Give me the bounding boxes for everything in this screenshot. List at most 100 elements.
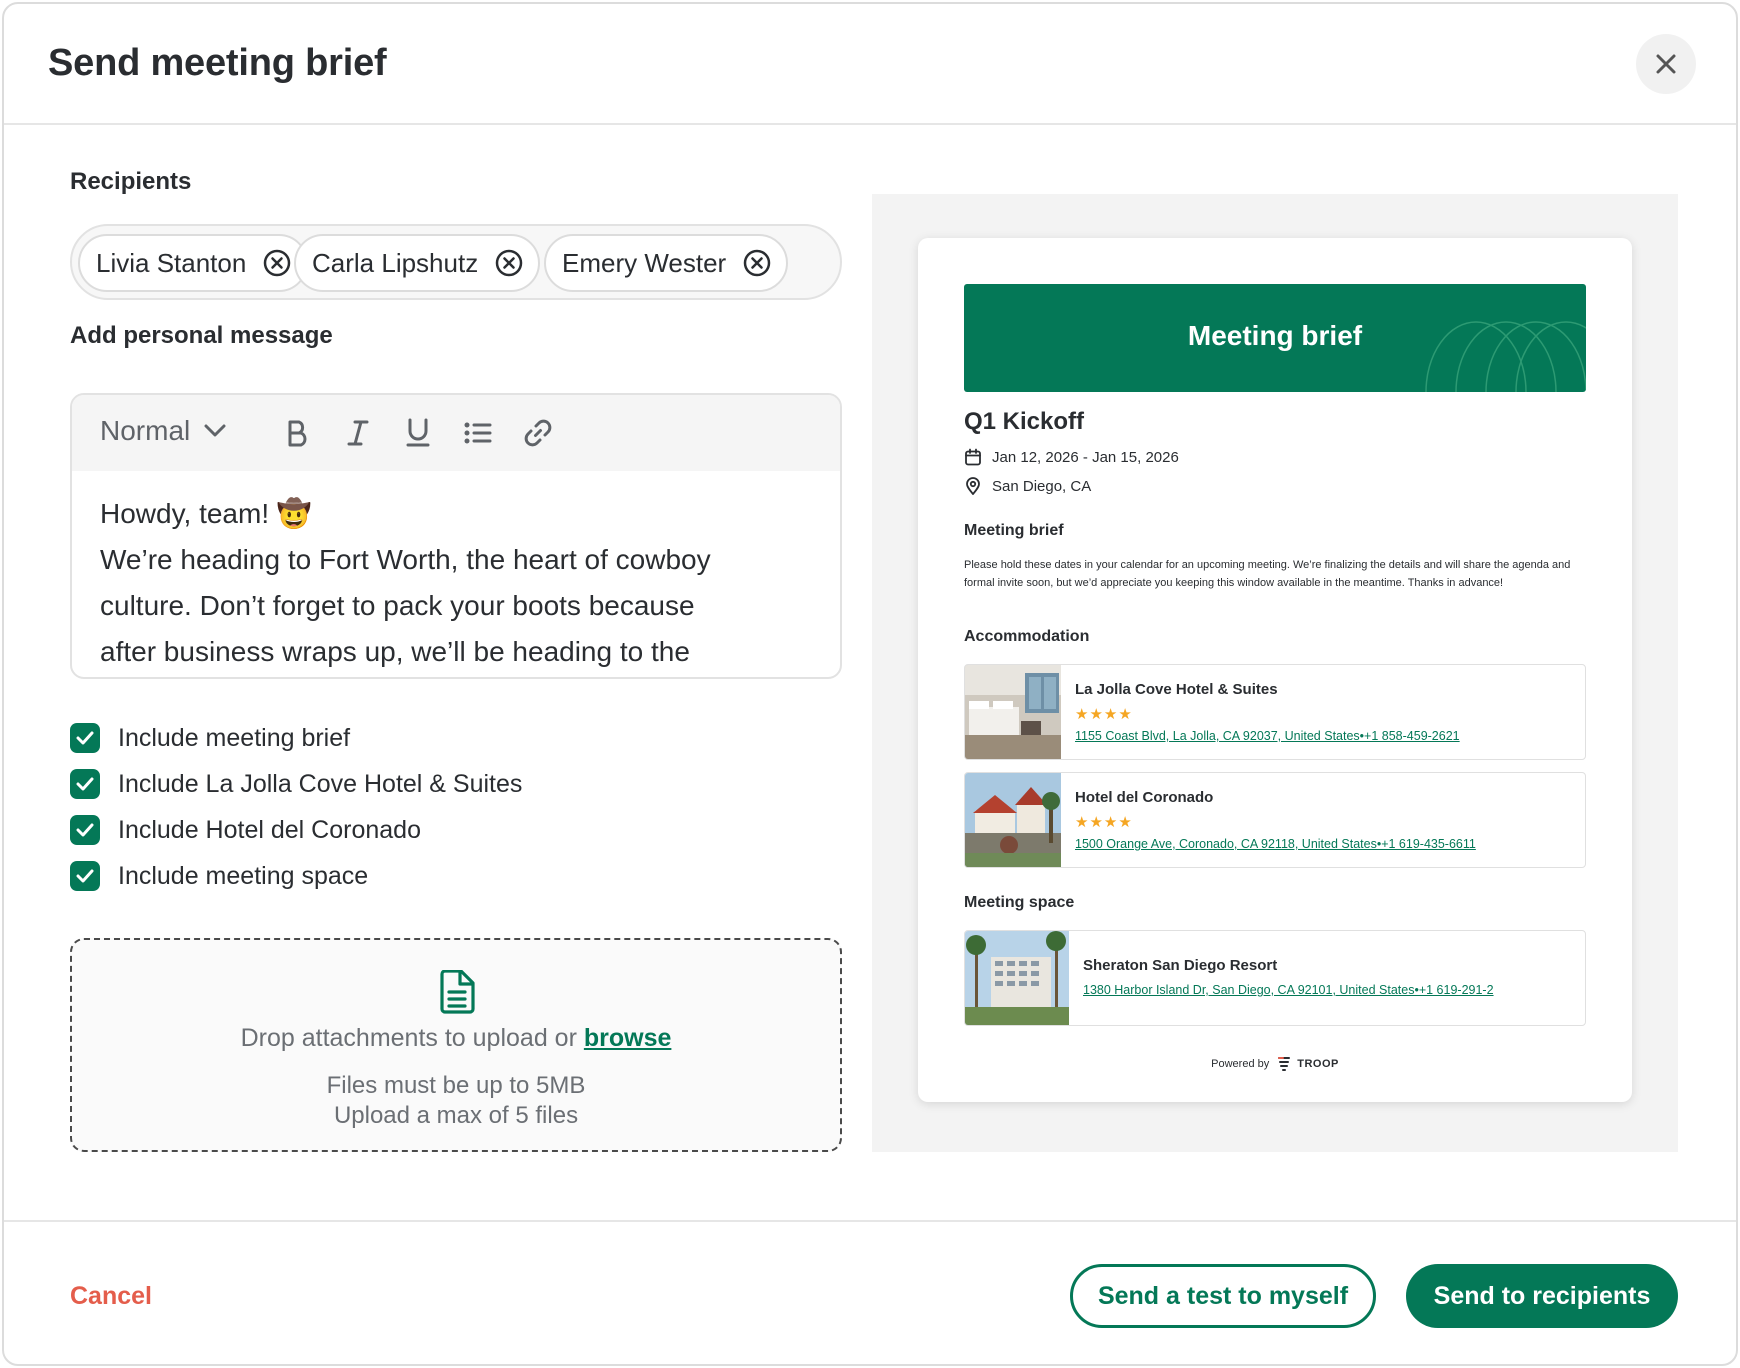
- bold-icon: [288, 420, 307, 447]
- link-icon: [524, 419, 552, 447]
- meeting-name: Q1 Kickoff: [964, 408, 1085, 435]
- recipient-name: Carla Lipshutz: [312, 247, 479, 278]
- hotel-name: La Jolla Cove Hotel & Suites: [1075, 681, 1278, 698]
- calendar-icon: [965, 448, 981, 466]
- powered-by-text: Powered by: [1211, 1058, 1270, 1070]
- italic-icon: [347, 420, 369, 446]
- meeting-space-name: Sheraton San Diego Resort: [1083, 957, 1278, 974]
- remove-recipient-button[interactable]: [494, 248, 524, 278]
- meeting-space-card: Sheraton San Diego Resort 1380 Harbor Is…: [964, 930, 1586, 1026]
- remove-recipient-button[interactable]: [262, 248, 292, 278]
- recipient-chip: Livia Stanton: [78, 234, 309, 292]
- troop-brand: TROOP: [1277, 1056, 1339, 1072]
- dialog-header: Send meeting brief: [4, 4, 1736, 125]
- link-button[interactable]: [518, 413, 558, 453]
- meeting-dates: Jan 12, 2026 - Jan 15, 2026: [964, 448, 1179, 466]
- close-circle-icon: [743, 249, 771, 277]
- editor-toolbar: Normal: [72, 395, 840, 471]
- send-brief-dialog: Send meeting brief Recipients Livia Stan…: [2, 2, 1738, 1366]
- preview-banner: Meeting brief: [964, 284, 1586, 392]
- email-preview-card: Meeting brief Q1 Kickoff Jan 12, 2026 - …: [918, 238, 1632, 1102]
- hotel-card: Hotel del Coronado ★★★★ 1500 Orange Ave,…: [964, 772, 1586, 868]
- message-line: culture. Don’t forget to pack your boots…: [100, 590, 695, 621]
- meeting-space-heading: Meeting space: [964, 894, 1075, 911]
- hotel-card: La Jolla Cove Hotel & Suites ★★★★ 1155 C…: [964, 664, 1586, 760]
- checkbox-label: Include meeting space: [118, 861, 369, 890]
- cancel-button[interactable]: Cancel: [70, 1282, 152, 1311]
- recipients-field[interactable]: Livia Stanton Carla Lipshutz Emery Weste…: [70, 224, 842, 300]
- attachment-dropzone[interactable]: Drop attachments to upload or browse Fil…: [70, 938, 842, 1152]
- bold-button[interactable]: [278, 413, 318, 453]
- troop-logo-icon: [1278, 1057, 1291, 1071]
- italic-button[interactable]: [338, 413, 378, 453]
- message-line: Howdy, team! 🤠: [100, 498, 312, 529]
- hotel-room-photo: [965, 665, 1061, 759]
- checkbox-checked[interactable]: [70, 769, 100, 799]
- file-count-limit: Upload a max of 5 files: [333, 1102, 579, 1129]
- checkbox-label: Include La Jolla Cove Hotel & Suites: [118, 769, 523, 798]
- dates-text: Jan 12, 2026 - Jan 15, 2026: [992, 448, 1179, 466]
- hotel-rating: ★★★★: [1075, 814, 1133, 831]
- document-icon: [440, 970, 475, 1014]
- close-icon: [1656, 54, 1676, 74]
- message-line: after business wraps up, we’ll be headin…: [100, 636, 690, 667]
- location-text: San Diego, CA: [992, 477, 1092, 495]
- text-format-select[interactable]: Normal: [100, 415, 226, 447]
- powered-by: Powered by TROOP: [918, 1056, 1632, 1072]
- checkbox-checked[interactable]: [70, 861, 100, 891]
- close-circle-icon: [495, 249, 523, 277]
- accommodation-heading: Accommodation: [964, 628, 1090, 645]
- resort-photo: [965, 931, 1069, 1025]
- underline-icon: [406, 418, 430, 447]
- send-test-button[interactable]: Send a test to myself: [1070, 1264, 1376, 1328]
- recipient-name: Livia Stanton: [96, 247, 247, 278]
- check-icon: [76, 777, 94, 791]
- brief-heading: Meeting brief: [964, 522, 1064, 539]
- include-hotel-2-checkbox[interactable]: Include Hotel del Coronado: [70, 814, 421, 846]
- hotel-address-link[interactable]: 1500 Orange Ave, Coronado, CA 92118, Uni…: [1075, 837, 1476, 851]
- checkbox-label: Include meeting brief: [118, 723, 351, 752]
- chevron-down-icon: [204, 424, 226, 437]
- close-button[interactable]: [1636, 34, 1696, 94]
- checkbox-checked[interactable]: [70, 815, 100, 845]
- text-format-value: Normal: [100, 415, 191, 446]
- bullet-list-button[interactable]: [458, 413, 498, 453]
- message-line: We’re heading to Fort Worth, the heart o…: [100, 544, 711, 575]
- hotel-exterior-photo: [965, 773, 1061, 867]
- meeting-location: San Diego, CA: [964, 477, 1091, 495]
- file-size-limit: Files must be up to 5MB: [326, 1072, 586, 1099]
- check-icon: [76, 731, 94, 745]
- dropzone-prompt: Drop attachments to upload or browse: [72, 1024, 840, 1053]
- meeting-space-address-link[interactable]: 1380 Harbor Island Dr, San Diego, CA 921…: [1083, 983, 1494, 997]
- send-to-recipients-button[interactable]: Send to recipients: [1406, 1264, 1678, 1328]
- dialog-title: Send meeting brief: [48, 42, 387, 84]
- brief-text: Please hold these dates in your calendar…: [964, 559, 1571, 589]
- bullet-list-icon: [464, 422, 492, 444]
- recipient-chip: Emery Wester: [544, 234, 789, 292]
- dialog-footer: Cancel Send a test to myself Send to rec…: [4, 1220, 1736, 1364]
- message-textarea[interactable]: Howdy, team! 🤠 We’re heading to Fort Wor…: [100, 491, 820, 675]
- check-icon: [76, 823, 94, 837]
- hotel-address-link[interactable]: 1155 Coast Blvd, La Jolla, CA 92037, Uni…: [1075, 729, 1460, 743]
- brand-name: TROOP: [1297, 1058, 1339, 1070]
- dropzone-prompt-text: Drop attachments to upload or: [240, 1024, 577, 1052]
- browse-link[interactable]: browse: [584, 1024, 672, 1052]
- location-pin-icon: [966, 477, 980, 495]
- message-editor: Normal Howdy, team! 🤠 We’re heading to F…: [70, 393, 842, 679]
- recipient-chip: Carla Lipshutz: [294, 234, 541, 292]
- remove-recipient-button[interactable]: [742, 248, 772, 278]
- check-icon: [76, 869, 94, 883]
- include-brief-checkbox[interactable]: Include meeting brief: [70, 722, 350, 754]
- hotel-name: Hotel del Coronado: [1075, 789, 1214, 806]
- recipients-label: Recipients: [70, 168, 192, 195]
- include-space-checkbox[interactable]: Include meeting space: [70, 860, 368, 892]
- banner-title: Meeting brief: [1187, 320, 1363, 351]
- underline-button[interactable]: [398, 413, 438, 453]
- checkbox-checked[interactable]: [70, 723, 100, 753]
- include-hotel-1-checkbox[interactable]: Include La Jolla Cove Hotel & Suites: [70, 768, 522, 800]
- close-circle-icon: [264, 249, 291, 277]
- hotel-rating: ★★★★: [1075, 706, 1133, 723]
- recipient-name: Emery Wester: [562, 247, 727, 278]
- checkbox-label: Include Hotel del Coronado: [118, 815, 421, 844]
- message-label: Add personal message: [70, 322, 333, 349]
